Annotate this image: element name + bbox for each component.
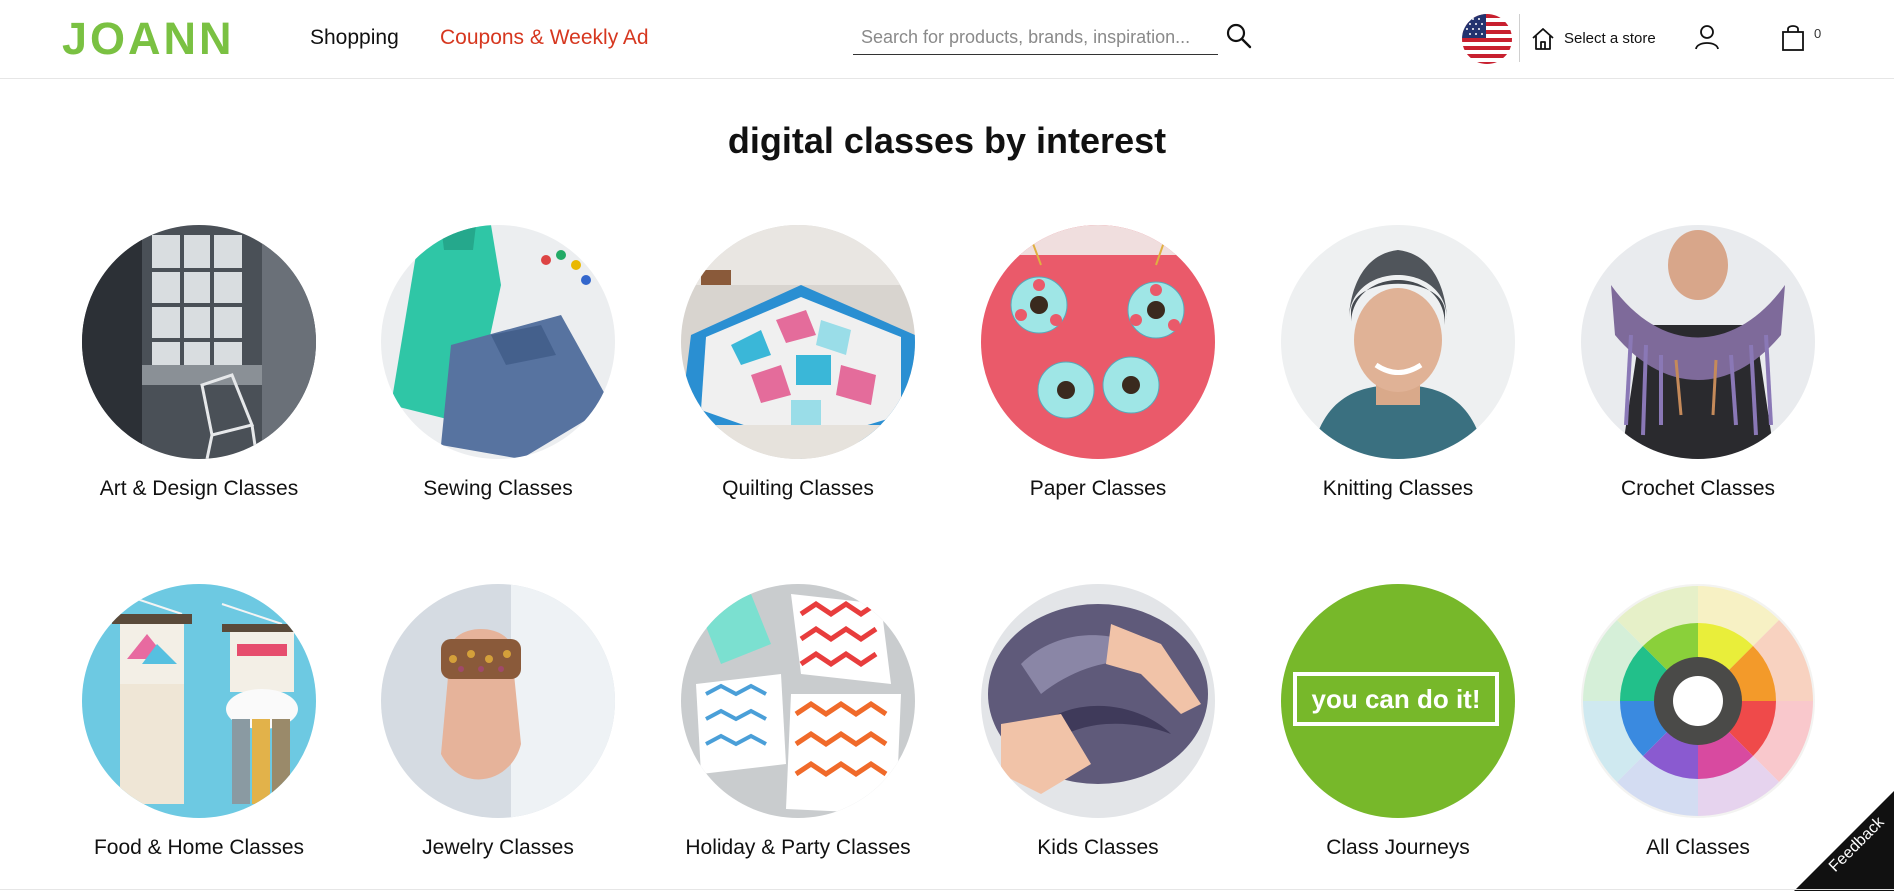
category-label: All Classes <box>1646 836 1750 859</box>
knitting-image <box>1281 225 1515 459</box>
journeys-badge-text: you can do it! <box>1311 683 1481 714</box>
category-kids[interactable]: Kids Classes <box>968 584 1228 860</box>
category-label: Sewing Classes <box>423 477 573 500</box>
food-home-image <box>82 584 316 818</box>
category-jewelry[interactable]: Jewelry Classes <box>368 584 628 860</box>
category-label: Knitting Classes <box>1322 477 1474 500</box>
class-journeys-image: you can do it! <box>1281 584 1515 818</box>
category-label: Class Journeys <box>1326 836 1470 859</box>
nav-shopping[interactable]: Shopping <box>310 26 399 50</box>
category-label: Quilting Classes <box>722 477 874 500</box>
header-divider <box>1519 14 1520 62</box>
crochet-image <box>1581 225 1815 459</box>
store-home-icon[interactable] <box>1530 26 1556 52</box>
category-class-journeys[interactable]: you can do it! Class Journeys <box>1268 584 1528 860</box>
kids-image <box>981 584 1215 818</box>
page-divider <box>0 889 1894 890</box>
all-classes-image <box>1581 584 1815 818</box>
us-flag-icon[interactable] <box>1462 14 1512 64</box>
art-design-image <box>82 225 316 459</box>
nav-coupons-weekly-ad[interactable]: Coupons & Weekly Ad <box>440 26 649 50</box>
paper-image <box>981 225 1215 459</box>
holiday-party-image <box>681 584 915 818</box>
category-label: Art & Design Classes <box>99 477 299 500</box>
search-input[interactable] <box>853 22 1218 52</box>
select-store-link[interactable]: Select a store <box>1564 30 1656 47</box>
cart-bag-icon[interactable] <box>1780 24 1806 52</box>
category-label: Jewelry Classes <box>422 836 574 859</box>
category-sewing[interactable]: Sewing Classes <box>368 225 628 501</box>
category-quilting[interactable]: Quilting Classes <box>668 225 928 501</box>
account-icon[interactable] <box>1693 23 1721 51</box>
category-label: Crochet Classes <box>1620 477 1776 500</box>
category-art-design[interactable]: Art & Design Classes <box>69 225 329 501</box>
category-food-home[interactable]: Food & Home Classes <box>69 584 329 860</box>
search-icon[interactable] <box>1225 22 1253 50</box>
joann-logo[interactable]: JOANN <box>62 14 235 64</box>
category-holiday-party[interactable]: Holiday & Party Classes <box>668 584 928 860</box>
page-title: digital classes by interest <box>727 120 1167 161</box>
feedback-tab[interactable] <box>1794 791 1894 891</box>
category-crochet[interactable]: Crochet Classes <box>1568 225 1828 501</box>
cart-count: 0 <box>1814 26 1822 41</box>
category-all-classes[interactable]: All Classes <box>1568 584 1828 860</box>
category-label: Holiday & Party Classes <box>685 836 911 859</box>
sewing-image <box>381 225 615 459</box>
quilting-image <box>681 225 915 459</box>
site-header: JOANN Shopping Coupons & Weekly Ad Searc… <box>0 0 1894 79</box>
category-label: Food & Home Classes <box>93 836 305 859</box>
category-label: Paper Classes <box>1029 477 1167 500</box>
jewelry-image <box>381 584 615 818</box>
category-paper[interactable]: Paper Classes <box>968 225 1228 501</box>
search-bar <box>853 22 1218 55</box>
category-label: Kids Classes <box>1037 836 1159 859</box>
category-knitting[interactable]: Knitting Classes <box>1268 225 1528 501</box>
